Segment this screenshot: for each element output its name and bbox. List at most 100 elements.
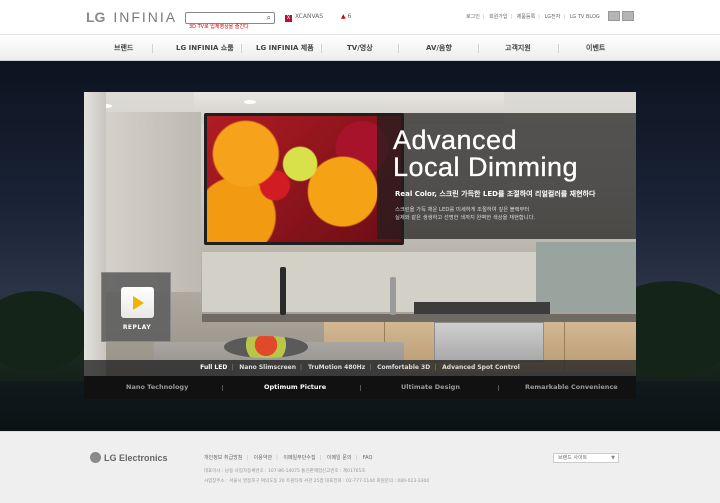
feature-spot-control[interactable]: Advanced Spot Control (442, 364, 520, 371)
logo-brand: LG (86, 9, 106, 25)
hero-section: Advanced Local Dimming Real Color, 스크린 가… (0, 61, 720, 431)
kitchen-pillar (84, 92, 106, 399)
nav-item-av-audio[interactable]: AV/음향 (426, 43, 452, 53)
play-icon (121, 287, 154, 318)
feature-text-box: Advanced Local Dimming Real Color, 스크린 가… (377, 113, 636, 239)
login-link[interactable]: 로그인 (466, 14, 480, 20)
feature-list: Full LED | Nano Slimscreen | TruMotion 480… (84, 360, 636, 376)
chevron-down-icon: ▼ (611, 455, 615, 461)
divider: | (563, 14, 566, 20)
nav-divider (241, 44, 242, 53)
lg-infinia-logo[interactable]: LG INFINIA (86, 9, 177, 25)
email-policy-link[interactable]: 이메일무단수집 (283, 455, 315, 461)
divider: | (246, 455, 249, 461)
background-tree (0, 291, 90, 371)
badge-count: 6 (347, 13, 352, 20)
description-line-2: 실제와 같은 생생하고 선명한 색까지 완벽한 색상을 재현합니다. (395, 215, 536, 221)
feature-nano-slimscreen[interactable]: Nano Slimscreen (239, 364, 296, 371)
nav-divider (321, 44, 322, 53)
nav-item-products[interactable]: LG INFINIA 제품 (256, 43, 314, 53)
logo-product: INFINIA (113, 9, 178, 25)
search-box: ⌕ (185, 12, 275, 32)
signup-link[interactable]: 회원가입 (489, 14, 507, 20)
terms-link[interactable]: 이용약관 (254, 455, 272, 461)
divider: | (231, 364, 234, 371)
nav-item-event[interactable]: 이벤트 (586, 43, 605, 53)
headline-line-1: Advanced (393, 125, 518, 155)
tab-remarkable-convenience[interactable]: Remarkable Convenience (525, 383, 618, 391)
xcanvas-icon: X (285, 15, 292, 22)
nav-item-support[interactable]: 고객지원 (505, 43, 531, 53)
tab-nano-technology[interactable]: Nano Technology (126, 383, 188, 391)
lg-tv-blog-link[interactable]: LG TV BLOG (570, 14, 600, 20)
monitor-icon[interactable] (608, 11, 620, 21)
email-inquiry-link[interactable]: 이메일 문의 (327, 455, 352, 461)
feature-comfortable-3d[interactable]: Comfortable 3D (377, 364, 430, 371)
footer-links: 개인정보 취급방침 | 이용약관 | 이메일무단수집 | 이메일 문의 | FAQ (204, 454, 372, 461)
lg-logo-icon (90, 452, 101, 463)
brand-site-select[interactable]: 브랜드 사이트 ▼ (553, 453, 619, 463)
top-links: 로그인 | 회원가입 | 제품등록 | LG전자 | LG TV BLOG (466, 13, 603, 20)
top-bar: LG INFINIA ⌕ XXCANVAS ▲6 로그인| 회원가입| 제품등록… (0, 0, 720, 34)
kitchen-wall (106, 112, 201, 292)
tv-display (204, 113, 404, 245)
bookmark-icon[interactable] (622, 11, 634, 21)
lg-electronics-link[interactable]: LG전자 (544, 14, 560, 20)
replay-button[interactable]: REPLAY (101, 272, 171, 342)
search-input[interactable] (186, 21, 258, 32)
tv-screen-fruit-image (207, 116, 401, 242)
description-line-1: 스크린을 가득 채운 LED를 미세하게 조절하여 깊은 블랙부터 (395, 207, 530, 213)
tab-divider (360, 385, 361, 391)
xcanvas-label: XCANVAS (295, 13, 324, 20)
feature-full-led[interactable]: Full LED (200, 364, 227, 371)
fruit-bowl (224, 336, 308, 358)
nav-item-brand[interactable]: 브랜드 (114, 43, 133, 53)
divider: | (482, 14, 485, 20)
nav-divider (558, 44, 559, 53)
feature-description: 스크린을 가득 채운 LED를 미세하게 조절하여 깊은 블랙부터 실제와 같은… (395, 206, 625, 222)
footer-logo-text: LG Electronics (104, 453, 168, 463)
footer: LG Electronics 개인정보 취급방침 | 이용약관 | 이메일무단수집 |… (0, 431, 720, 503)
feature-trumotion[interactable]: TruMotion 480Hz (308, 364, 365, 371)
privacy-policy-link[interactable]: 개인정보 취급방침 (204, 455, 242, 461)
replay-label: REPLAY (122, 324, 152, 331)
feature-headline: Advanced Local Dimming (393, 125, 579, 182)
wine-bottle (280, 267, 286, 315)
notification-badge[interactable]: ▲ 6 (341, 13, 351, 20)
triangle-icon: ▲ (341, 13, 346, 20)
divider: | (369, 364, 372, 371)
product-register-link[interactable]: 제품등록 (517, 14, 535, 20)
divider: | (300, 364, 303, 371)
xcanvas-link[interactable]: X XCANVAS (285, 13, 323, 22)
brand-site-select-value: 브랜드 사이트 (558, 455, 588, 461)
ceiling-light (244, 100, 256, 104)
tab-divider (222, 385, 223, 391)
tab-divider (498, 385, 499, 391)
tab-optimum-picture[interactable]: Optimum Picture (264, 383, 326, 391)
nav-item-tv-video[interactable]: TV/영상 (347, 43, 373, 53)
lg-electronics-logo[interactable]: LG Electronics (90, 452, 168, 463)
stove-top (414, 302, 550, 314)
category-tabs: Nano Technology Optimum Picture Ultimate… (84, 376, 636, 399)
nav-item-showroom[interactable]: LG INFINIA 쇼룸 (176, 43, 234, 53)
divider: | (276, 455, 278, 461)
feature-panel: Advanced Local Dimming Real Color, 스크린 가… (84, 92, 636, 399)
kitchen-window (536, 242, 636, 312)
nav-divider (398, 44, 399, 53)
company-info-line-1: 대표이사 : 남용 사업자등록번호 : 107-86-14075 통신판매업신고… (204, 469, 366, 474)
divider: | (319, 455, 322, 461)
divider: | (355, 455, 358, 461)
main-nav: 브랜드 LG INFINIA 쇼룸 LG INFINIA 제품 TV/영상 AV… (0, 34, 720, 61)
company-info: 대표이사 : 남용 사업자등록번호 : 107-86-14075 통신판매업신고… (204, 467, 429, 487)
bottle (390, 277, 396, 315)
headline-line-2: Local Dimming (393, 152, 579, 182)
company-info-line-2: 사업장주소 : 서울시 영등포구 여의도동 20 트윈타워 서관 25층 대표전… (204, 479, 430, 484)
tab-ultimate-design[interactable]: Ultimate Design (401, 383, 460, 391)
faq-link[interactable]: FAQ (363, 455, 373, 461)
kitchen-counter (202, 314, 636, 322)
feature-subhead: Real Color, 스크린 가득한 LED를 조절하여 리얼컬러를 재현하다 (395, 190, 596, 198)
divider: | (510, 14, 513, 20)
nav-divider (478, 44, 479, 53)
nav-divider (152, 44, 153, 53)
search-icon[interactable]: ⌕ (267, 13, 271, 23)
